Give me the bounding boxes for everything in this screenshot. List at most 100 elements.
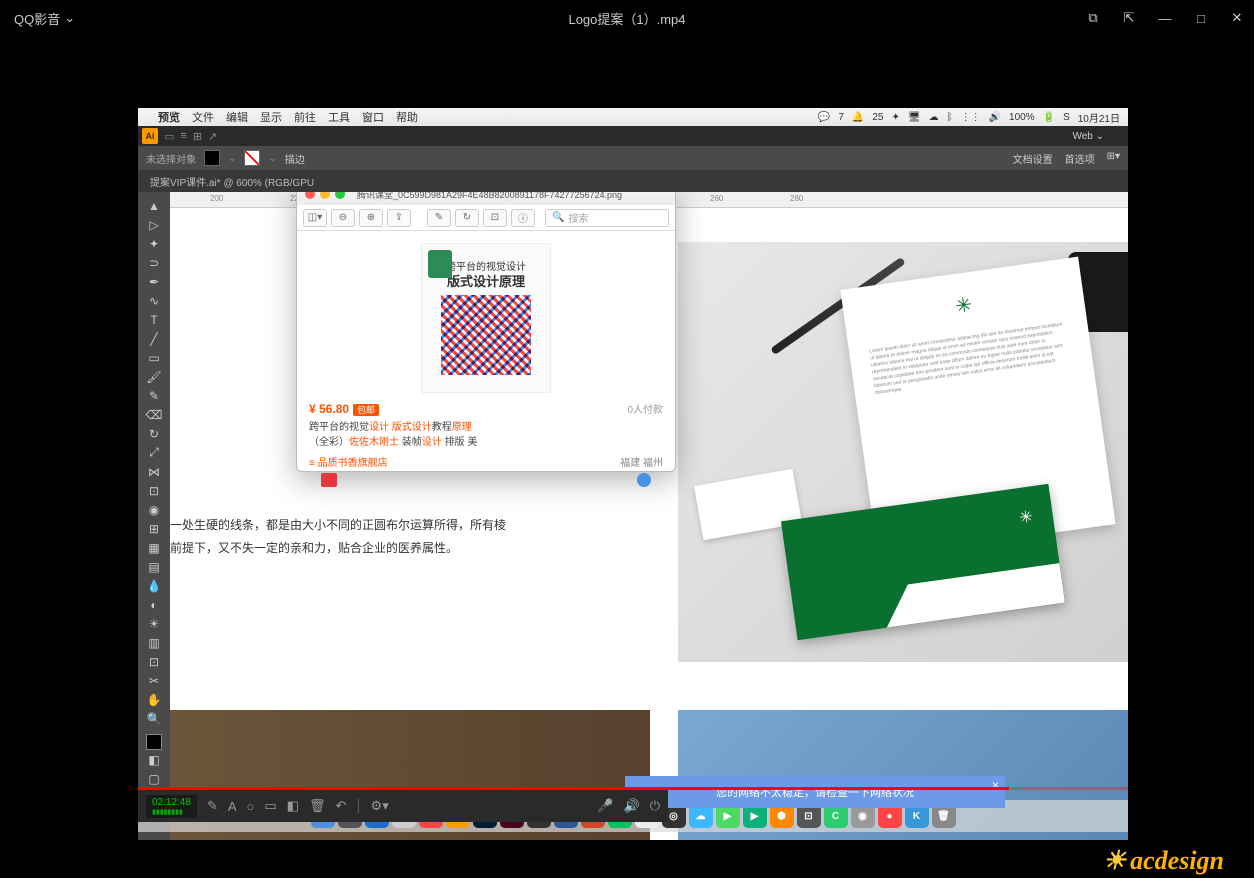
info-icon[interactable]: ⓘ: [511, 209, 535, 227]
blend-tool[interactable]: ◐: [140, 595, 168, 614]
maximize-icon[interactable]: □: [1190, 7, 1212, 29]
pin-icon[interactable]: ⇱: [1118, 7, 1140, 29]
minimize-icon[interactable]: —: [1154, 7, 1176, 29]
symbol-tool[interactable]: ☀: [140, 614, 168, 633]
fill-swatch[interactable]: [204, 150, 220, 166]
video-frame: 预览 文件 编辑 显示 前往 工具 窗口 帮助 💬7 🔔25 ✦ 🖥 ☁ ᛒ ⋮…: [138, 108, 1128, 832]
battery[interactable]: 100%: [1009, 112, 1035, 123]
curvature-tool[interactable]: ∿: [140, 291, 168, 310]
menu-file[interactable]: 文件: [192, 109, 214, 125]
gradient-tool[interactable]: ▤: [140, 557, 168, 576]
menu-view[interactable]: 显示: [260, 109, 282, 125]
wechat-icon[interactable]: 💬: [818, 112, 830, 123]
preview-titlebar[interactable]: 腾讯课堂_0C599D981A29F4E48B8200891178F742772…: [297, 192, 675, 205]
doc-settings[interactable]: 文档设置: [1013, 151, 1053, 166]
color-mode[interactable]: ◧: [140, 750, 168, 769]
stroke-swatch[interactable]: [244, 150, 260, 166]
eraser-tool[interactable]: ⌫: [140, 405, 168, 424]
min-traffic[interactable]: [320, 192, 330, 199]
zoom-out-icon[interactable]: ⊖: [331, 209, 355, 227]
graph-tool[interactable]: ▥: [140, 633, 168, 652]
date[interactable]: 10月21日: [1078, 110, 1120, 125]
markup-icon[interactable]: ✎: [427, 209, 451, 227]
preview-content: 跨平台的视觉设计版式设计原理 ¥ 56.80包邮 0人付款 跨平台的视觉设计 版…: [297, 231, 675, 471]
highlight-icon[interactable]: ◧: [287, 798, 299, 814]
notif-icon[interactable]: 🔔: [852, 112, 864, 123]
perspective-tool[interactable]: ⊞: [140, 519, 168, 538]
share-icon[interactable]: ⇪: [387, 209, 411, 227]
brush-tool[interactable]: 🖌: [140, 367, 168, 386]
rotate-tool[interactable]: ↻: [140, 424, 168, 443]
text-icon[interactable]: A: [228, 799, 237, 814]
power-icon[interactable]: ⏻: [650, 798, 660, 814]
menu-go[interactable]: 前往: [294, 109, 316, 125]
scale-tool[interactable]: ⤢: [140, 443, 168, 462]
type-tool[interactable]: T: [140, 310, 168, 329]
lasso-tool[interactable]: ⊃: [140, 253, 168, 272]
free-transform[interactable]: ⊡: [140, 481, 168, 500]
canvas[interactable]: 200 220 240 260 280 腾讯课堂_0C599D981A29F4E…: [170, 192, 1128, 840]
slice-tool[interactable]: ✂: [140, 671, 168, 690]
preview-search[interactable]: 🔍搜索: [545, 209, 669, 227]
hand-tool[interactable]: ✋: [140, 690, 168, 709]
stationery-mockup: ✳ Lorem ipsum dolor sit amet consectetur…: [678, 242, 1128, 662]
delete-icon[interactable]: 🗑: [309, 798, 326, 814]
crop-icon[interactable]: ⊡: [483, 209, 507, 227]
settings-icon[interactable]: ⚙▾: [371, 798, 389, 814]
undo-icon[interactable]: ↶: [335, 798, 346, 814]
shaper-tool[interactable]: ✎: [140, 386, 168, 405]
screen-mode[interactable]: ▢: [140, 769, 168, 788]
display-icon[interactable]: 🖥: [908, 112, 921, 123]
pip-icon[interactable]: ⧉: [1082, 7, 1104, 29]
selection-tool[interactable]: ▲: [140, 196, 168, 215]
app-name[interactable]: QQ影音⌄: [0, 9, 89, 28]
tool-icon[interactable]: ▭: [164, 130, 174, 143]
pen-tool[interactable]: ✒: [140, 272, 168, 291]
preferences[interactable]: 首选项: [1065, 151, 1095, 166]
shop-name[interactable]: 品质书香旗舰店: [318, 458, 388, 469]
align-icon[interactable]: ⊞▾: [1107, 151, 1120, 166]
max-traffic[interactable]: [335, 192, 345, 199]
zoom-in-icon[interactable]: ⊕: [359, 209, 383, 227]
fill-color[interactable]: [146, 734, 162, 750]
wifi-icon[interactable]: ⋮⋮: [961, 112, 981, 123]
volume-icon[interactable]: 🔊: [989, 112, 1001, 123]
menu-window[interactable]: 窗口: [362, 109, 384, 125]
menu-app[interactable]: 预览: [158, 109, 180, 125]
tool-icon[interactable]: ≡: [180, 130, 186, 142]
close-icon[interactable]: ✕: [1226, 7, 1248, 29]
cloud-icon[interactable]: ☁: [929, 112, 939, 123]
tool-icon[interactable]: ⊞: [193, 130, 202, 143]
artboard-tool[interactable]: ⊡: [140, 652, 168, 671]
volume-icon[interactable]: 🔊: [624, 798, 640, 814]
workspace[interactable]: Web ⌄: [1072, 131, 1104, 142]
arrow-icon[interactable]: ↗: [208, 130, 217, 143]
rect-icon[interactable]: ▭: [264, 798, 276, 814]
pen-tool-icon[interactable]: ✎: [207, 798, 218, 814]
shape-builder[interactable]: ◉: [140, 500, 168, 519]
book-cover: 跨平台的视觉设计版式设计原理: [421, 243, 551, 393]
document-tab[interactable]: 提案VIP课件.ai* @ 600% (RGB/GPU: [138, 170, 1128, 192]
sogou-icon[interactable]: S: [1063, 112, 1070, 123]
width-tool[interactable]: ⋈: [140, 462, 168, 481]
wand-tool[interactable]: ✦: [140, 234, 168, 253]
circle-icon[interactable]: ○: [247, 799, 255, 814]
shipping-badge: 包邮: [353, 404, 379, 416]
line-tool[interactable]: ╱: [140, 329, 168, 348]
ai-control-bar: 未选择对象 ⌄ ⌄ 描边 文档设置 首选项 ⊞▾: [138, 146, 1128, 170]
zoom-tool[interactable]: 🔍: [140, 709, 168, 728]
menu-help[interactable]: 帮助: [396, 109, 418, 125]
bird-icon[interactable]: ✦: [892, 112, 900, 123]
rotate-icon[interactable]: ↻: [455, 209, 479, 227]
direct-select-tool[interactable]: ▷: [140, 215, 168, 234]
mic-icon[interactable]: 🎤: [597, 798, 613, 814]
menu-tools[interactable]: 工具: [328, 109, 350, 125]
mesh-tool[interactable]: ▦: [140, 538, 168, 557]
bluetooth-icon[interactable]: ᛒ: [947, 112, 953, 123]
menu-edit[interactable]: 编辑: [226, 109, 248, 125]
close-traffic[interactable]: [305, 192, 315, 199]
body-text: 一处生硬的线条，都是由大小不同的正圆布尔运算所得，所有棱 前提下，又不失一定的亲…: [170, 514, 506, 560]
rect-tool[interactable]: ▭: [140, 348, 168, 367]
sidebar-icon[interactable]: ◫▾: [303, 209, 327, 227]
eyedropper-tool[interactable]: 💧: [140, 576, 168, 595]
